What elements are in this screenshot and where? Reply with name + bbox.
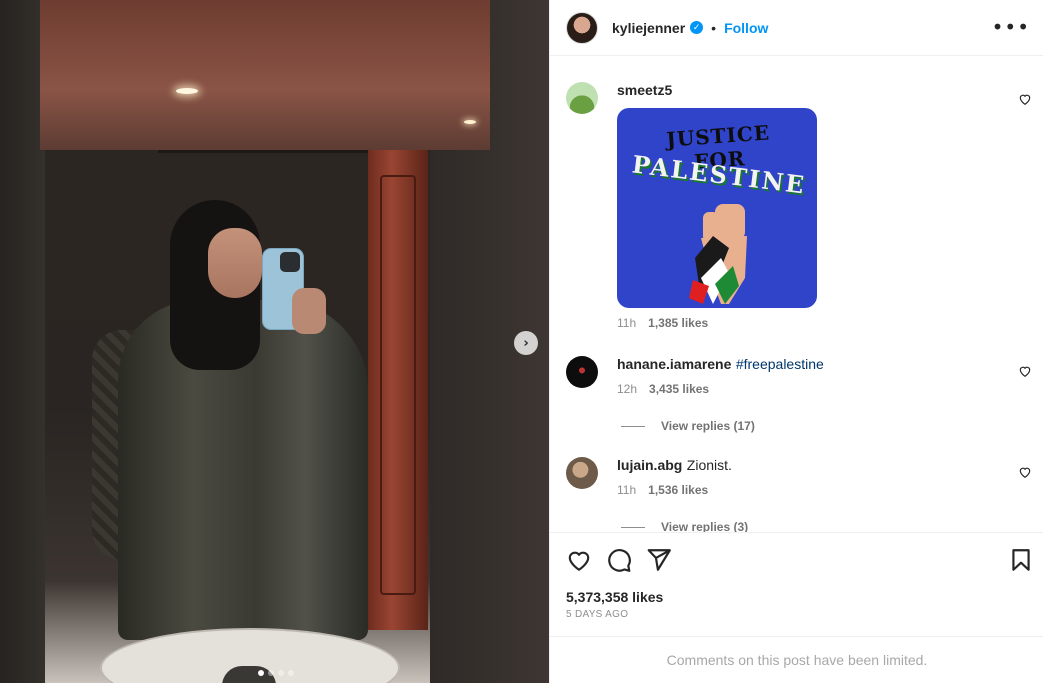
avatar[interactable] bbox=[566, 356, 598, 388]
hashtag-link[interactable]: #freepalestine bbox=[736, 356, 824, 372]
post-actions: 5,373,358 likes 5 DAYS AGO bbox=[550, 532, 1043, 620]
comment-time[interactable]: 12h bbox=[617, 382, 637, 396]
photo-face bbox=[208, 228, 262, 298]
comment-body: smeetz5 JUSTICE FOR PALESTINE 11h 1,385 … bbox=[617, 82, 817, 330]
avatar[interactable] bbox=[566, 11, 598, 44]
follow-button[interactable]: Follow bbox=[724, 20, 768, 36]
comment-like-heart-icon[interactable] bbox=[1018, 465, 1032, 479]
carousel-dot bbox=[278, 670, 284, 676]
comment-meta: 11h 1,385 likes bbox=[617, 316, 817, 330]
comment-meta: 12h 3,435 likes bbox=[617, 382, 824, 396]
comment-likes[interactable]: 1,385 likes bbox=[648, 316, 708, 330]
chevron-right-icon: › bbox=[523, 335, 529, 351]
photo-ceiling bbox=[40, 0, 490, 150]
comment-username[interactable]: lujain.abg bbox=[617, 457, 682, 473]
comment-body: hanane.iamarene #freepalestine 12h 3,435… bbox=[617, 356, 824, 396]
separator-dot: • bbox=[711, 19, 717, 36]
avatar[interactable] bbox=[566, 82, 598, 114]
comment-sticker-image: JUSTICE FOR PALESTINE bbox=[617, 108, 817, 308]
carousel-dot bbox=[258, 670, 264, 676]
verified-badge-icon: ✓ bbox=[690, 21, 704, 34]
heart-icon[interactable] bbox=[566, 547, 592, 573]
post-date[interactable]: 5 DAYS AGO bbox=[566, 609, 1028, 620]
photo-door-panel bbox=[380, 175, 416, 595]
photo-hand bbox=[292, 288, 326, 334]
ceiling-light bbox=[176, 88, 198, 94]
send-icon[interactable] bbox=[646, 547, 672, 573]
comment-username[interactable]: hanane.iamarene bbox=[617, 356, 731, 372]
photo-phone-camera bbox=[280, 252, 300, 272]
post-author-username[interactable]: kyliejenner bbox=[612, 20, 685, 36]
avatar[interactable] bbox=[566, 457, 598, 489]
comment-likes[interactable]: 1,536 likes bbox=[648, 483, 708, 497]
action-icons-row bbox=[566, 533, 1030, 587]
comment-icon[interactable] bbox=[606, 547, 632, 573]
comments-list[interactable]: smeetz5 JUSTICE FOR PALESTINE 11h 1,385 … bbox=[550, 56, 1043, 532]
comment-text: Zionist. bbox=[686, 457, 732, 473]
comment-username[interactable]: smeetz5 bbox=[617, 82, 672, 98]
raised-fist-flag-icon bbox=[689, 204, 747, 304]
carousel-dot bbox=[288, 670, 294, 676]
comment-like-heart-icon[interactable] bbox=[1018, 92, 1032, 106]
next-image-button[interactable]: › bbox=[514, 331, 538, 355]
comment-meta: 11h 1,536 likes bbox=[617, 483, 732, 497]
comment-time[interactable]: 11h bbox=[617, 483, 636, 497]
comment-like-heart-icon[interactable] bbox=[1018, 364, 1032, 378]
ceiling-light bbox=[464, 120, 476, 124]
view-replies-button[interactable]: View replies (3) bbox=[621, 520, 748, 532]
comment-likes[interactable]: 3,435 likes bbox=[649, 382, 709, 396]
post-sidebar: kyliejenner ✓ • Follow ••• smeetz5 JUSTI… bbox=[549, 0, 1043, 683]
comment-time[interactable]: 11h bbox=[617, 316, 636, 330]
comment-body: lujain.abg Zionist. 11h 1,536 likes bbox=[617, 457, 732, 497]
post-likes-count[interactable]: 5,373,358 likes bbox=[566, 589, 1028, 605]
bookmark-icon[interactable] bbox=[1008, 547, 1034, 573]
photo-wall-left bbox=[0, 0, 45, 683]
more-options-icon[interactable]: ••• bbox=[992, 17, 1030, 37]
comments-limited-notice: Comments on this post have been limited. bbox=[550, 636, 1043, 683]
view-replies-button[interactable]: View replies (17) bbox=[621, 419, 755, 433]
post-photo[interactable]: › bbox=[0, 0, 549, 683]
post-header: kyliejenner ✓ • Follow ••• bbox=[550, 0, 1043, 56]
carousel-dot bbox=[268, 670, 274, 676]
carousel-indicator bbox=[258, 670, 294, 676]
